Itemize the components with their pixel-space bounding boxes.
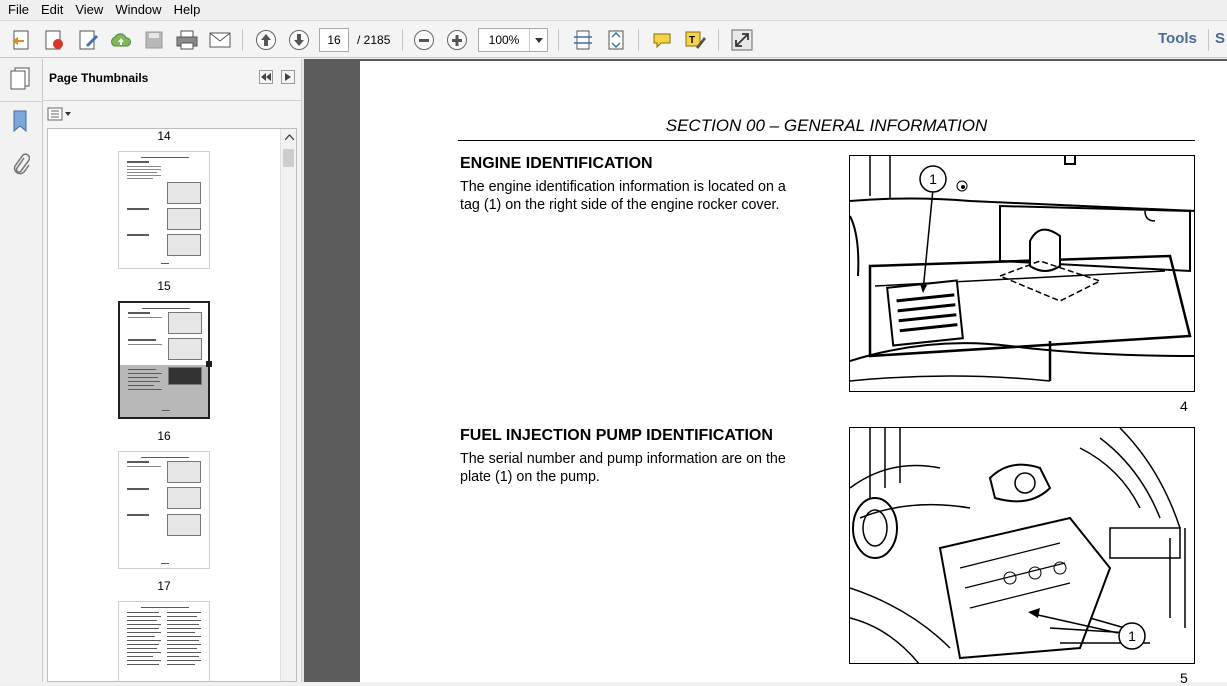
text-line: plate (1) on the pump.: [460, 469, 600, 485]
thumbnail-label: 16: [157, 429, 171, 443]
document-page: SECTION 00 – GENERAL INFORMATION ENGINE …: [360, 61, 1227, 686]
previous-page-icon[interactable]: [253, 27, 279, 53]
zoom-value: 100%: [488, 33, 520, 47]
menu-file[interactable]: File: [2, 0, 35, 20]
fuel-injection-pump-heading: FUEL INJECTION PUMP IDENTIFICATION: [460, 427, 773, 444]
thumbnail-page-18[interactable]: [118, 601, 210, 681]
edit-pdf-icon[interactable]: [75, 27, 101, 53]
document-viewer[interactable]: SECTION 00 – GENERAL INFORMATION ENGINE …: [304, 59, 1227, 686]
thumbnail-page-15[interactable]: [118, 151, 210, 269]
thumbnail-list[interactable]: 14 15 16 17: [47, 128, 297, 682]
panel-header: Page Thumbnails: [43, 59, 301, 101]
menu-window[interactable]: Window: [109, 0, 167, 20]
thumbnail-label: 17: [157, 579, 171, 593]
menu-view[interactable]: View: [69, 0, 109, 20]
comment-icon[interactable]: [649, 27, 675, 53]
thumbnail-label: 14: [157, 129, 171, 143]
fuel-injection-pump-illustration: 1: [849, 427, 1195, 664]
fuel-injection-pump-text: The serial number and pump information a…: [460, 450, 820, 486]
callout-1-label: 1: [1128, 628, 1136, 644]
engine-identification-heading: ENGINE IDENTIFICATION: [460, 155, 653, 172]
figure-number: 4: [1180, 398, 1188, 414]
menu-bar: File Edit View Window Help: [0, 0, 1227, 20]
zoom-out-icon[interactable]: [411, 27, 437, 53]
page-total-label: / 2185: [357, 33, 391, 47]
fit-page-icon[interactable]: [570, 27, 596, 53]
thumbnail-page-16[interactable]: [118, 301, 212, 419]
menu-edit[interactable]: Edit: [35, 0, 69, 20]
chevron-down-icon[interactable]: [529, 29, 547, 51]
panel-options-button[interactable]: [47, 107, 73, 121]
scrollbar-thumb[interactable]: [283, 149, 294, 167]
tools-overflow-button[interactable]: S: [1215, 30, 1225, 47]
fit-width-icon[interactable]: [603, 27, 629, 53]
page-thumbnails-icon[interactable]: [7, 65, 33, 91]
navigation-rail: [0, 59, 43, 682]
text-line: tag (1) on the right side of the engine …: [460, 197, 780, 213]
svg-text:T: T: [689, 35, 695, 46]
save-icon[interactable]: [141, 27, 167, 53]
callout-1-label: 1: [929, 171, 937, 187]
engine-identification-text: The engine identification information is…: [460, 178, 820, 214]
menu-help[interactable]: Help: [168, 0, 207, 20]
expand-icon[interactable]: [729, 27, 755, 53]
panel-title: Page Thumbnails: [49, 71, 149, 85]
export-pdf-icon[interactable]: [41, 27, 67, 53]
thumbnail-label: 15: [157, 279, 171, 293]
cloud-upload-icon[interactable]: [108, 27, 134, 53]
scroll-up-icon[interactable]: [281, 129, 296, 145]
section-heading: SECTION 00 – GENERAL INFORMATION: [665, 116, 988, 135]
thumbnail-scrollbar[interactable]: [280, 129, 296, 681]
bookmarks-icon[interactable]: [7, 108, 33, 134]
thumbnail-page-17[interactable]: [118, 451, 210, 569]
page-thumbnails-panel: Page Thumbnails 14 15 16 17: [43, 59, 301, 682]
figure-number: 5: [1180, 670, 1188, 686]
text-line: The engine identification information is…: [460, 179, 786, 195]
zoom-in-icon[interactable]: [444, 27, 470, 53]
text-line: The serial number and pump information a…: [460, 451, 786, 467]
engine-rocker-cover-illustration: 1: [849, 155, 1195, 392]
zoom-select[interactable]: 100%: [478, 28, 548, 52]
tools-button[interactable]: Tools: [1158, 30, 1197, 47]
collapse-panel-icon[interactable]: [259, 70, 273, 84]
print-icon[interactable]: [174, 27, 200, 53]
next-page-icon[interactable]: [286, 27, 312, 53]
page-number-input[interactable]: [319, 28, 349, 52]
toolbar: / 2185 100% T Tools S: [0, 20, 1227, 58]
create-pdf-icon[interactable]: [8, 27, 34, 53]
attachments-icon[interactable]: [7, 151, 33, 177]
panel-forward-icon[interactable]: [281, 70, 295, 84]
email-icon[interactable]: [207, 27, 233, 53]
section-rule: [458, 140, 1195, 141]
options-menu-icon: [47, 107, 71, 121]
highlight-icon[interactable]: T: [682, 27, 708, 53]
